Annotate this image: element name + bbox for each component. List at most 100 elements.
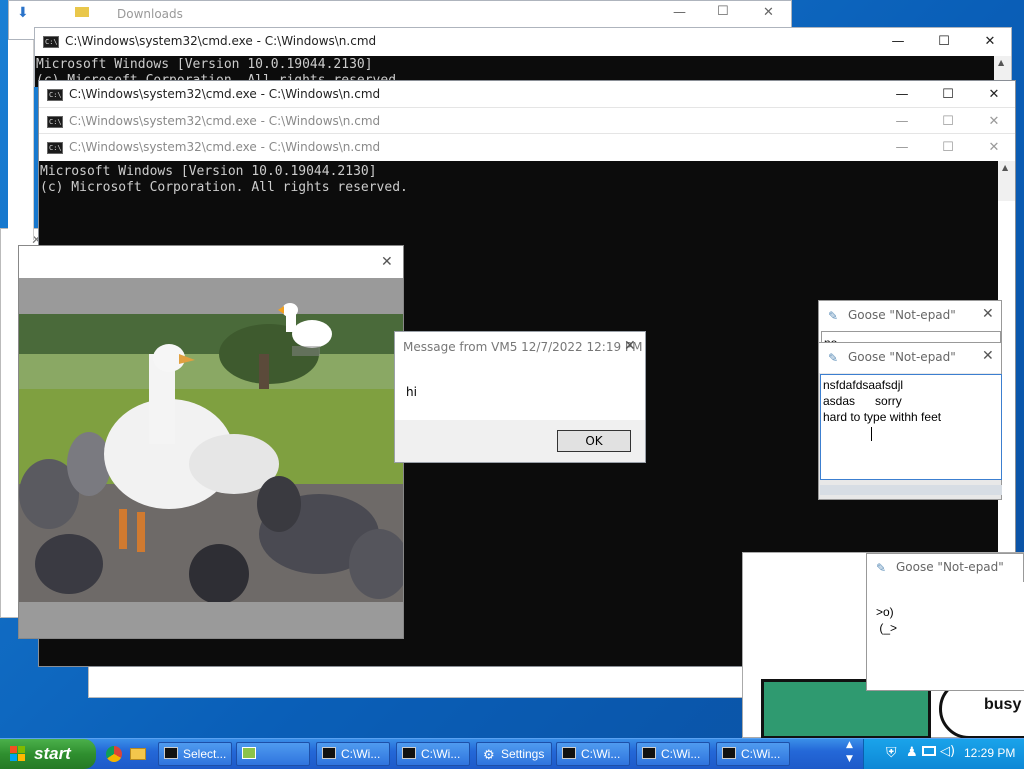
start-label: start xyxy=(34,744,71,763)
ok-button-label: OK xyxy=(585,434,603,448)
scrollbar[interactable]: ▲ xyxy=(998,161,1015,201)
message-text: hi xyxy=(406,385,417,399)
security-shield-icon[interactable]: ⛨ xyxy=(886,745,897,761)
notepad-title: Goose "Not-epad" xyxy=(896,560,1004,574)
notepad-titlebar[interactable]: ✎ Goose "Not-epad" xyxy=(867,554,1023,582)
ok-button[interactable]: OK xyxy=(557,430,631,452)
notepad-icon: ✎ xyxy=(828,351,839,365)
gear-icon: ⚙ xyxy=(483,747,495,762)
taskbar-button-cmd[interactable]: C:\Wi... xyxy=(396,742,470,766)
windows-flag-icon xyxy=(10,746,26,762)
console-line: (c) Microsoft Corporation. All rights re… xyxy=(40,180,408,195)
cmd-titlebar-1[interactable]: C:\ C:\Windows\system32\cmd.exe - C:\Win… xyxy=(39,81,1015,109)
maximize-icon[interactable]: ☐ xyxy=(717,4,729,19)
explorer-title: Downloads xyxy=(117,7,183,21)
taskbar-button-cmd[interactable]: C:\Wi... xyxy=(556,742,630,766)
notepad-title: Goose "Not-epad" xyxy=(848,308,956,322)
close-icon[interactable]: ✕ xyxy=(982,306,994,322)
minimize-button[interactable]: — xyxy=(879,108,925,136)
notepad-text: nsfdafdsaafsdjl asdas sorry hard to type… xyxy=(823,378,942,424)
goose-notepad-window: ✎ Goose "Not-epad" >o) (_> xyxy=(866,553,1024,691)
minimize-button[interactable]: — xyxy=(875,28,921,56)
comic-bubble-text: busy xyxy=(984,696,1022,713)
notepad-icon: ✎ xyxy=(876,561,887,575)
maximize-button[interactable]: ☐ xyxy=(925,108,971,136)
goose-image-window: ✕ xyxy=(18,245,404,639)
notepad-titlebar[interactable]: ✎ Goose "Not-epad" ✕ xyxy=(819,343,1001,373)
network-icon[interactable] xyxy=(922,746,936,756)
console-line: Microsoft Windows [Version 10.0.19044.21… xyxy=(36,57,373,72)
taskbar-button-cmd[interactable]: C:\Wi... xyxy=(636,742,710,766)
notepad-bottom-bar xyxy=(820,485,1002,495)
file-explorer-icon[interactable] xyxy=(130,748,146,760)
image-window-titlebar[interactable]: ✕ xyxy=(19,246,403,278)
cmd-icon: C:\ xyxy=(47,142,63,154)
cmd-icon: C:\ xyxy=(47,116,63,128)
minimize-button[interactable]: — xyxy=(879,81,925,109)
scroll-up-icon[interactable]: ▲ xyxy=(1002,163,1008,172)
clock[interactable]: 12:29 PM xyxy=(964,746,1015,760)
close-icon[interactable]: ✕ xyxy=(624,338,636,354)
taskbar-button-notes[interactable] xyxy=(236,742,310,766)
cmd-icon xyxy=(722,747,736,759)
chrome-icon[interactable] xyxy=(106,746,122,762)
cmd-window-back: C:\ C:\Windows\system32\cmd.exe - C:\Win… xyxy=(34,27,1012,87)
close-button[interactable]: ✕ xyxy=(967,28,1013,56)
start-button[interactable]: start xyxy=(0,739,96,769)
cmd-icon xyxy=(164,747,178,759)
close-button[interactable]: ✕ xyxy=(971,134,1017,162)
cmd-icon xyxy=(562,747,576,759)
cmd-titlebar-2[interactable]: C:\ C:\Windows\system32\cmd.exe - C:\Win… xyxy=(39,107,1015,136)
taskbar-button-select[interactable]: Select... xyxy=(158,742,232,766)
cmd-icon xyxy=(402,747,416,759)
close-button[interactable]: ✕ xyxy=(971,81,1017,109)
close-button[interactable]: ✕ xyxy=(971,108,1017,136)
cmd-window-title: C:\Windows\system32\cmd.exe - C:\Windows… xyxy=(65,34,377,48)
taskbar-scroll-up-icon[interactable]: ▲ xyxy=(846,740,853,750)
taskbar-button-cmd[interactable]: C:\Wi... xyxy=(716,742,790,766)
taskbar-button-label: Select... xyxy=(183,747,227,761)
cmd-window-title: C:\Windows\system32\cmd.exe - C:\Windows… xyxy=(69,140,381,154)
text-cursor xyxy=(871,427,872,441)
message-dialog: Message from VM5 12/7/2022 12:19 PM ✕ hi… xyxy=(394,331,646,463)
cmd-window-title: C:\Windows\system32\cmd.exe - C:\Windows… xyxy=(69,114,381,128)
system-tray: ⛨ ♟ ◁) 12:29 PM xyxy=(863,739,1024,769)
user-icon[interactable]: ♟ xyxy=(906,745,918,760)
close-icon[interactable]: ✕ xyxy=(381,254,393,270)
notepad-text-area[interactable]: >o) (_> xyxy=(868,582,1024,690)
maximize-button[interactable]: ☐ xyxy=(925,134,971,162)
notepad-title: Goose "Not-epad" xyxy=(848,350,956,364)
goose-photo-drawing xyxy=(19,314,403,602)
message-dialog-title: Message from VM5 12/7/2022 12:19 PM xyxy=(403,340,643,354)
maximize-button[interactable]: ☐ xyxy=(925,81,971,109)
taskbar-button-label: Settings xyxy=(501,747,545,761)
notepad-text-area[interactable]: nsfdafdsaafsdjl asdas sorry hard to type… xyxy=(820,374,1002,480)
down-arrow-icon: ⬇ xyxy=(17,5,29,21)
taskbar-button-label: C:\Wi... xyxy=(661,747,701,761)
maximize-button[interactable]: ☐ xyxy=(921,28,967,56)
message-body-area: hi xyxy=(395,362,645,420)
minimize-icon[interactable]: — xyxy=(673,5,686,20)
volume-icon[interactable]: ◁) xyxy=(940,744,955,759)
message-dialog-titlebar[interactable]: Message from VM5 12/7/2022 12:19 PM ✕ xyxy=(395,332,645,362)
close-icon[interactable]: ✕ xyxy=(763,5,774,20)
scroll-up-icon[interactable]: ▲ xyxy=(998,58,1004,67)
taskbar-button-cmd[interactable]: C:\Wi... xyxy=(316,742,390,766)
desktop-goose-sprite[interactable] xyxy=(274,300,336,362)
cmd-icon xyxy=(642,747,656,759)
goose-photo xyxy=(19,314,403,602)
close-icon[interactable]: ✕ xyxy=(982,348,994,364)
folder-icon xyxy=(75,7,89,17)
taskbar-button-settings[interactable]: ⚙ Settings xyxy=(476,742,552,766)
notepad-icon: ✎ xyxy=(828,309,839,323)
taskbar-button-label: C:\Wi... xyxy=(741,747,781,761)
taskbar-button-label: C:\Wi... xyxy=(421,747,461,761)
goose-sprite-drawing xyxy=(278,303,332,356)
taskbar-scroll-down-icon[interactable]: ▼ xyxy=(846,754,853,764)
cmd-titlebar-3[interactable]: C:\ C:\Windows\system32\cmd.exe - C:\Win… xyxy=(39,133,1015,162)
minimize-button[interactable]: — xyxy=(879,134,925,162)
taskbar-button-label: C:\Wi... xyxy=(341,747,381,761)
taskbar-button-label: C:\Wi... xyxy=(581,747,621,761)
console-line: Microsoft Windows [Version 10.0.19044.21… xyxy=(40,164,377,179)
explorer-left-strip xyxy=(8,40,34,240)
